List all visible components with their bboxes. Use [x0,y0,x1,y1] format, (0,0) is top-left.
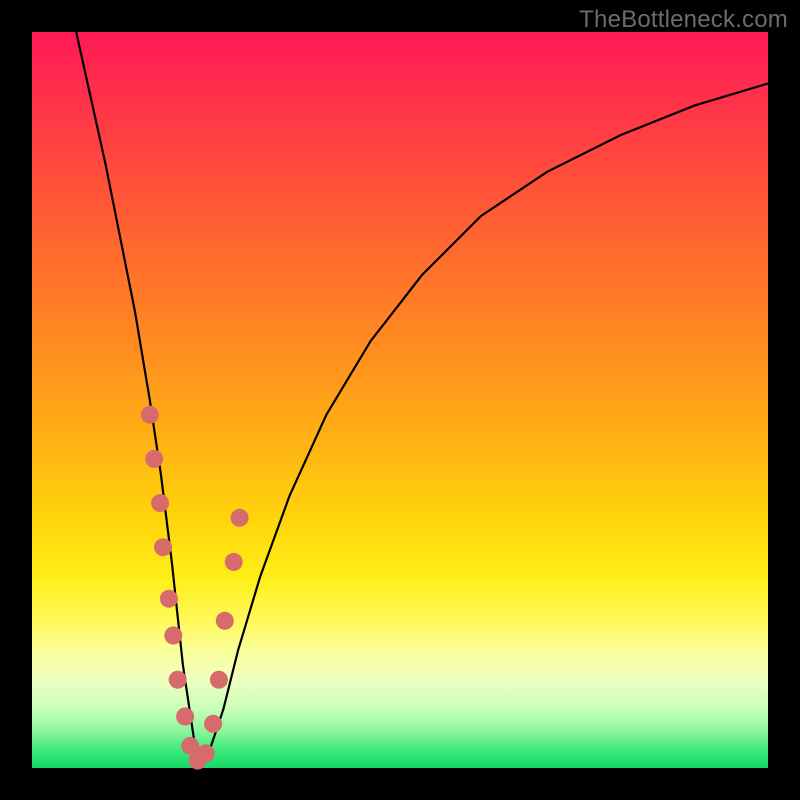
data-marker [164,627,182,645]
plot-area [32,32,768,768]
data-marker [231,509,249,527]
data-marker [154,538,172,556]
data-marker [141,406,159,424]
data-marker [210,671,228,689]
marker-group [141,406,249,770]
watermark-text: TheBottleneck.com [579,6,788,34]
chart-frame: TheBottleneck.com [0,0,800,800]
data-marker [151,494,169,512]
data-marker [169,671,187,689]
data-marker [145,450,163,468]
data-marker [197,744,215,762]
data-marker [225,553,243,571]
curve-layer [32,32,768,768]
data-marker [216,612,234,630]
bottleneck-curve [76,32,768,768]
data-marker [160,590,178,608]
data-marker [176,708,194,726]
data-marker [204,715,222,733]
